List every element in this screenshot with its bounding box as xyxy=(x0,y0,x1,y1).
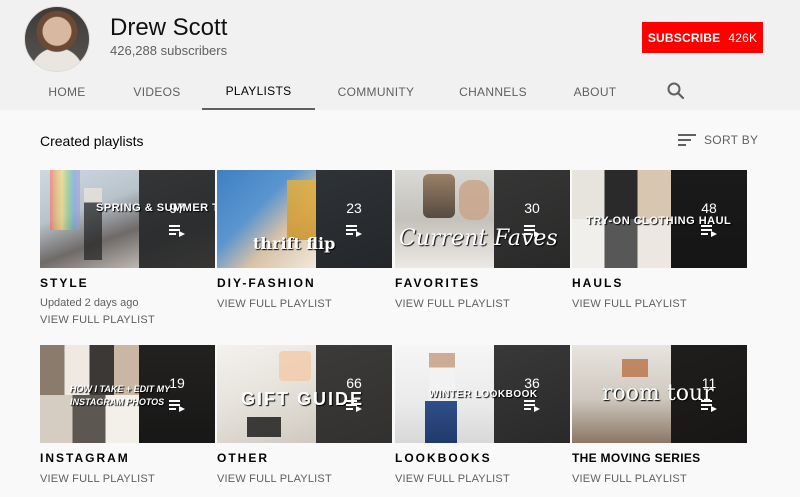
playlist-thumbnail[interactable]: thrift flip 23 xyxy=(217,170,392,268)
playlist-title[interactable]: STYLE xyxy=(40,276,89,290)
video-count: 19 xyxy=(169,375,185,391)
video-count: 48 xyxy=(701,200,717,216)
tab-channels[interactable]: CHANNELS xyxy=(452,73,534,110)
video-count: 97 xyxy=(169,200,185,216)
playlist-title[interactable]: HAULS xyxy=(572,276,623,290)
video-count: 30 xyxy=(524,200,540,216)
view-full-playlist-link[interactable]: VIEW FULL PLAYLIST xyxy=(395,298,510,310)
view-full-playlist-link[interactable]: VIEW FULL PLAYLIST xyxy=(572,298,687,310)
sort-label: SORT BY xyxy=(704,133,759,147)
playlist-icon xyxy=(701,225,717,237)
video-count: 11 xyxy=(701,375,717,391)
playlist-title[interactable]: THE MOVING SERIES xyxy=(572,451,700,465)
view-full-playlist-link[interactable]: VIEW FULL PLAYLIST xyxy=(40,473,155,485)
sort-button[interactable]: SORT BY xyxy=(678,130,758,150)
playlist-thumbnail[interactable]: WINTER LOOKBOOK 36 xyxy=(395,345,570,443)
channel-name[interactable]: Drew Scott xyxy=(110,14,227,42)
search-icon[interactable] xyxy=(666,81,686,101)
playlist-thumbnail[interactable]: HOW I TAKE + EDIT MY INSTAGRAM PHOTOS 19 xyxy=(40,345,215,443)
playlist-card: Current Faves 30 FAVORITES VIEW FULL PLA… xyxy=(395,170,570,310)
channel-avatar[interactable] xyxy=(24,6,90,72)
playlist-card: SPRING & SUMMER TRENDS 97 STYLE Updated … xyxy=(40,170,215,326)
playlist-card: WINTER LOOKBOOK 36 LOOKBOOKS VIEW FULL P… xyxy=(395,345,570,485)
playlist-thumbnail[interactable]: Current Faves 30 xyxy=(395,170,570,268)
playlist-card: HOW I TAKE + EDIT MY INSTAGRAM PHOTOS 19… xyxy=(40,345,215,485)
view-full-playlist-link[interactable]: VIEW FULL PLAYLIST xyxy=(395,473,510,485)
playlist-title[interactable]: FAVORITES xyxy=(395,276,480,290)
tab-playlists[interactable]: PLAYLISTS xyxy=(202,73,315,110)
subscribe-label: SUBSCRIBE xyxy=(647,30,721,45)
playlist-thumbnail[interactable]: room tour 11 xyxy=(572,345,747,443)
playlist-thumbnail[interactable]: GIFT GUIDE 66 xyxy=(217,345,392,443)
playlist-title[interactable]: INSTAGRAM xyxy=(40,451,130,465)
playlist-icon xyxy=(524,225,540,237)
channel-header: Drew Scott 426,288 subscribers SUBSCRIBE… xyxy=(0,0,800,110)
tab-community[interactable]: COMMUNITY xyxy=(330,73,422,110)
playlist-thumbnail[interactable]: TRY-ON CLOTHING HAUL 48 xyxy=(572,170,747,268)
subscriber-count: 426,288 subscribers xyxy=(110,43,228,58)
playlist-icon xyxy=(346,400,362,412)
playlist-title[interactable]: DIY-FASHION xyxy=(217,276,316,290)
playlist-title[interactable]: OTHER xyxy=(217,451,269,465)
playlist-card: GIFT GUIDE 66 OTHER VIEW FULL PLAYLIST xyxy=(217,345,392,485)
playlist-icon xyxy=(701,400,717,412)
subscribe-count: 426K xyxy=(728,30,758,45)
view-full-playlist-link[interactable]: VIEW FULL PLAYLIST xyxy=(572,473,687,485)
section-title: Created playlists xyxy=(40,133,144,149)
sort-icon xyxy=(678,133,696,147)
tab-about[interactable]: ABOUT xyxy=(566,73,624,110)
video-count: 36 xyxy=(524,375,540,391)
view-full-playlist-link[interactable]: VIEW FULL PLAYLIST xyxy=(217,473,332,485)
playlist-icon xyxy=(524,400,540,412)
channel-tabs: HOME VIDEOS PLAYLISTS COMMUNITY CHANNELS… xyxy=(0,73,800,110)
thumbnail-overlay-text: thrift flip xyxy=(253,234,336,253)
video-count: 23 xyxy=(346,200,362,216)
playlist-card: TRY-ON CLOTHING HAUL 48 HAULS VIEW FULL … xyxy=(572,170,747,310)
playlist-card: room tour 11 THE MOVING SERIES VIEW FULL… xyxy=(572,345,747,485)
playlist-icon xyxy=(169,225,185,237)
playlist-icon xyxy=(169,400,185,412)
playlist-title[interactable]: LOOKBOOKS xyxy=(395,451,492,465)
tab-videos[interactable]: VIDEOS xyxy=(126,73,188,110)
playlist-thumbnail[interactable]: SPRING & SUMMER TRENDS 97 xyxy=(40,170,215,268)
tab-home[interactable]: HOME xyxy=(40,73,94,110)
video-count: 66 xyxy=(346,375,362,391)
playlist-icon xyxy=(346,225,362,237)
playlist-card: thrift flip 23 DIY-FASHION VIEW FULL PLA… xyxy=(217,170,392,310)
view-full-playlist-link[interactable]: VIEW FULL PLAYLIST xyxy=(217,298,332,310)
view-full-playlist-link[interactable]: VIEW FULL PLAYLIST xyxy=(40,314,155,326)
playlist-updated: Updated 2 days ago xyxy=(40,297,139,309)
subscribe-button[interactable]: SUBSCRIBE 426K xyxy=(642,22,763,53)
